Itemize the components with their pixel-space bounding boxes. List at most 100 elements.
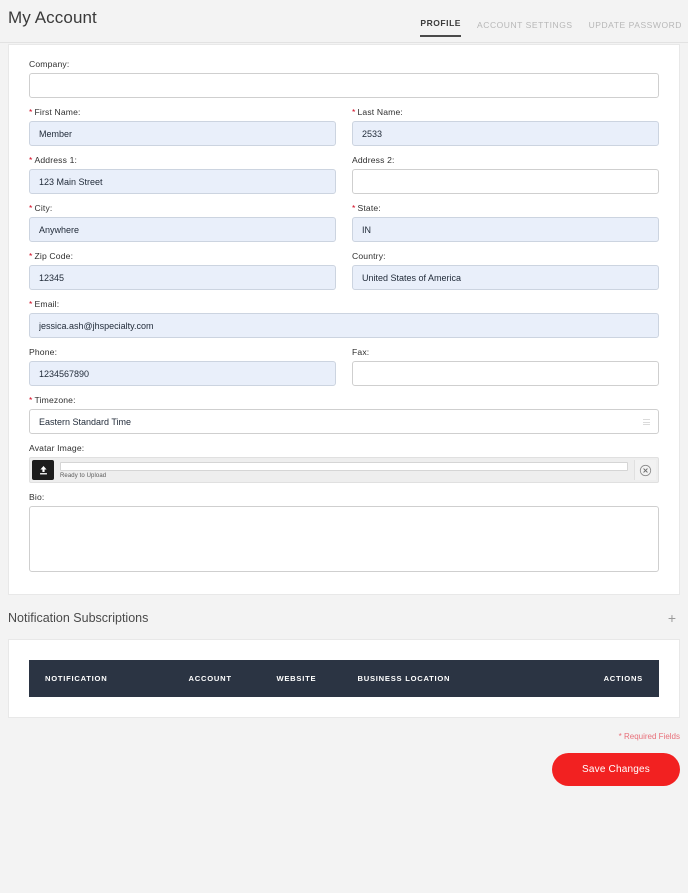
input-zip[interactable] — [29, 265, 336, 290]
field-email: * Email: — [29, 299, 659, 338]
input-phone[interactable] — [29, 361, 336, 386]
label-last-name: * Last Name: — [352, 107, 659, 117]
label-phone: Phone: — [29, 347, 336, 357]
label-timezone: * Timezone: — [29, 395, 659, 405]
notification-section-header: Notification Subscriptions + — [0, 595, 688, 639]
field-zip: * Zip Code: — [29, 251, 336, 290]
label-avatar: Avatar Image: — [29, 443, 659, 453]
label-address2-text: Address 2: — [352, 155, 395, 165]
notification-table: NOTIFICATION ACCOUNT WEBSITE BUSINESS LO… — [29, 660, 659, 697]
column-business-location[interactable]: BUSINESS LOCATION — [357, 660, 547, 697]
input-email[interactable] — [29, 313, 659, 338]
upload-filename-input[interactable] — [60, 461, 628, 471]
tab-update-password[interactable]: UPDATE PASSWORD — [589, 20, 682, 37]
label-address1-text: Address 1: — [34, 155, 78, 165]
form-row-company: Company: — [29, 59, 659, 98]
textarea-bio[interactable] — [29, 506, 659, 572]
label-company: Company: — [29, 59, 659, 69]
form-row-timezone: * Timezone: — [29, 395, 659, 434]
select-timezone[interactable] — [29, 409, 659, 434]
label-company-text: Company: — [29, 59, 70, 69]
tab-bar: PROFILE ACCOUNT SETTINGS UPDATE PASSWORD — [420, 18, 682, 37]
column-actions[interactable]: ACTIONS — [546, 660, 659, 697]
tab-account-settings[interactable]: ACCOUNT SETTINGS — [477, 20, 573, 37]
label-state: * State: — [352, 203, 659, 213]
label-fax: Fax: — [352, 347, 659, 357]
form-row-name: *First Name: *Last Name: — [29, 107, 659, 146]
input-state[interactable] — [352, 217, 659, 242]
label-first-name-text: First Name: — [34, 107, 81, 117]
label-timezone-text: Timezone: — [34, 395, 76, 405]
save-changes-button[interactable]: Save Changes — [551, 753, 680, 786]
label-bio: Bio: — [29, 492, 659, 502]
input-company[interactable] — [29, 73, 659, 98]
label-country-text: Country: — [352, 251, 386, 261]
label-avatar-text: Avatar Image: — [29, 443, 85, 453]
remove-file-button[interactable] — [634, 460, 656, 480]
label-email: * Email: — [29, 299, 659, 309]
notification-section-title: Notification Subscriptions — [8, 611, 149, 625]
upload-button[interactable] — [32, 460, 54, 480]
input-last-name[interactable] — [352, 121, 659, 146]
header-divider — [0, 42, 688, 43]
field-first-name: * First Name: — [29, 107, 336, 146]
required-asterisk: * — [352, 107, 356, 117]
required-asterisk: * — [29, 155, 33, 165]
form-row-avatar: Avatar Image: Ready to Upload — [29, 443, 659, 483]
field-fax: Fax: — [352, 347, 659, 386]
field-country: Country: — [352, 251, 659, 290]
required-asterisk: * — [29, 395, 33, 405]
column-notification[interactable]: NOTIFICATION — [29, 660, 189, 697]
label-state-text: State: — [357, 203, 381, 213]
label-phone-text: Phone: — [29, 347, 58, 357]
notification-table-card: NOTIFICATION ACCOUNT WEBSITE BUSINESS LO… — [8, 639, 680, 718]
form-row-email: * Email: — [29, 299, 659, 338]
required-asterisk: * — [29, 203, 33, 213]
timezone-select-wrapper — [29, 409, 659, 434]
label-zip-text: Zip Code: — [34, 251, 74, 261]
field-avatar: Avatar Image: Ready to Upload — [29, 443, 659, 483]
table-header-row: NOTIFICATION ACCOUNT WEBSITE BUSINESS LO… — [29, 660, 659, 697]
input-country[interactable] — [352, 265, 659, 290]
form-row-city-state: *City: *State: — [29, 203, 659, 242]
required-asterisk: * — [29, 107, 33, 117]
field-last-name: * Last Name: — [352, 107, 659, 146]
input-city[interactable] — [29, 217, 336, 242]
account-page: My Account PROFILE ACCOUNT SETTINGS UPDA… — [0, 0, 688, 893]
label-email-text: Email: — [34, 299, 60, 309]
label-bio-text: Bio: — [29, 492, 45, 502]
field-address1: * Address 1: — [29, 155, 336, 194]
label-address2: Address 2: — [352, 155, 659, 165]
input-first-name[interactable] — [29, 121, 336, 146]
column-website[interactable]: WEBSITE — [276, 660, 358, 697]
label-city-text: City: — [34, 203, 53, 213]
form-footer: * Required Fields Save Changes — [0, 718, 688, 802]
expand-section-icon[interactable]: + — [664, 611, 680, 625]
upload-filename-area[interactable]: Ready to Upload — [54, 460, 634, 480]
column-account[interactable]: ACCOUNT — [188, 660, 277, 697]
form-row-bio: Bio: — [29, 492, 659, 572]
field-address2: Address 2: — [352, 155, 659, 194]
label-first-name: * First Name: — [29, 107, 336, 117]
tab-profile[interactable]: PROFILE — [420, 18, 462, 37]
form-row-address: *Address 1: Address 2: — [29, 155, 659, 194]
form-row-phone-fax: Phone: Fax: — [29, 347, 659, 386]
input-fax[interactable] — [352, 361, 659, 386]
label-fax-text: Fax: — [352, 347, 370, 357]
field-phone: Phone: — [29, 347, 336, 386]
required-asterisk: * — [29, 299, 33, 309]
close-circle-icon — [639, 464, 652, 476]
profile-form-card: Company: *First Name: *Last Name: — [8, 44, 680, 595]
label-country: Country: — [352, 251, 659, 261]
field-city: * City: — [29, 203, 336, 242]
field-state: * State: — [352, 203, 659, 242]
label-address1: * Address 1: — [29, 155, 336, 165]
page-header: My Account PROFILE ACCOUNT SETTINGS UPDA… — [0, 0, 688, 44]
upload-status-text: Ready to Upload — [60, 472, 107, 479]
form-row-zip-country: *Zip Code: Country: — [29, 251, 659, 290]
avatar-upload-widget: Ready to Upload — [29, 457, 659, 483]
required-asterisk: * — [352, 203, 356, 213]
required-fields-note: * Required Fields — [618, 732, 680, 741]
input-address2[interactable] — [352, 169, 659, 194]
input-address1[interactable] — [29, 169, 336, 194]
